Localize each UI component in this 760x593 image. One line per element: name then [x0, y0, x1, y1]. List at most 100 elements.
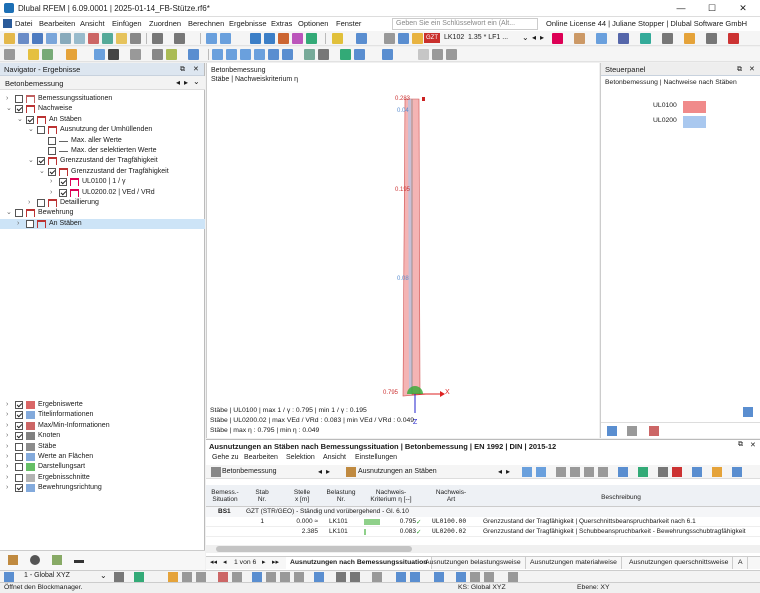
menu-extras[interactable]: Extras [271, 19, 292, 28]
results-excel-icon[interactable] [638, 467, 648, 477]
expand-icon[interactable]: › [6, 432, 12, 439]
block-icon[interactable] [116, 33, 127, 44]
grid-icon[interactable] [130, 49, 141, 60]
cp-tab-list-icon[interactable] [607, 426, 617, 436]
undo-icon[interactable] [152, 33, 163, 44]
view-snap-icon[interactable] [114, 572, 124, 582]
expand-icon[interactable]: › [50, 189, 56, 196]
navigator-close-icon[interactable]: ✕ [193, 63, 199, 76]
measure-icon[interactable] [152, 49, 163, 60]
view-ff-icon[interactable] [470, 572, 480, 582]
tree-checkbox[interactable] [59, 188, 67, 197]
tree-item[interactable]: Max. aller Werte [0, 136, 205, 146]
expand-icon[interactable]: › [50, 178, 56, 185]
collapse-icon[interactable]: ⌄ [28, 126, 34, 133]
tree-checkbox[interactable] [15, 95, 23, 103]
expand-icon[interactable]: › [6, 453, 12, 460]
results-filter-g-icon[interactable] [658, 467, 668, 477]
view-zz-icon[interactable] [350, 572, 360, 582]
results-filter-k-icon[interactable] [732, 467, 742, 477]
results-filter-b-icon[interactable] [536, 467, 546, 477]
results-combo-ausnutzung[interactable]: Ausnutzungen an Stäben [358, 468, 437, 475]
display-icon[interactable] [356, 33, 367, 44]
view-yy-icon[interactable] [336, 572, 346, 582]
menu-zuordnen[interactable]: Zuordnen [149, 19, 181, 28]
view-osnap-icon[interactable] [168, 572, 178, 582]
display-option[interactable]: › Stäbe [0, 442, 205, 452]
menu-ansicht[interactable]: Ansicht [80, 19, 105, 28]
display-option-checkbox[interactable] [15, 463, 23, 472]
navigator-prev-icon[interactable]: ◂ [176, 78, 180, 87]
combo-description[interactable]: 1.35 * LF1 ... [468, 34, 508, 41]
settings-b-icon[interactable] [684, 33, 695, 44]
tree-item[interactable]: ⌄ Nachweise [0, 104, 205, 114]
view-am-icon[interactable] [294, 572, 304, 582]
page-next-icon[interactable]: ▸ [262, 558, 266, 566]
clip-icon[interactable] [446, 49, 457, 60]
view-xy-icon[interactable] [254, 49, 265, 60]
new-file-icon[interactable] [4, 33, 15, 44]
collapse-icon[interactable]: ⌄ [6, 105, 12, 112]
solid-icon[interactable] [108, 49, 119, 60]
tree-checkbox[interactable] [37, 199, 45, 207]
expand-icon[interactable]: › [6, 484, 12, 491]
settings-a-icon[interactable] [662, 33, 673, 44]
view-hh-icon[interactable] [508, 572, 518, 582]
tree-item[interactable]: ⌄ An Stäben [0, 115, 205, 125]
view-grid-icon[interactable] [134, 572, 144, 582]
tree-item[interactable]: ⌄ Bewehrung [0, 208, 205, 218]
results-menu-bearbeiten[interactable]: Bearbeiten [244, 454, 278, 461]
persp-icon[interactable] [418, 49, 429, 60]
cp-tab-scale-icon[interactable] [627, 426, 637, 436]
expand-icon[interactable]: › [6, 474, 12, 481]
results-combo2-prev-icon[interactable]: ◂ [498, 467, 502, 476]
tree-checkbox[interactable] [48, 167, 56, 176]
expand-icon[interactable]: › [6, 422, 12, 429]
view-lw-icon[interactable] [252, 572, 262, 582]
filter-icon[interactable] [384, 33, 395, 44]
calculate-icon[interactable] [250, 33, 261, 44]
results-combo2-next-icon[interactable]: ▸ [506, 467, 510, 476]
view-top-icon[interactable] [268, 49, 279, 60]
view-polar-icon[interactable] [196, 572, 206, 582]
results-pin-icon[interactable]: ⧉ [738, 441, 743, 449]
display-option-checkbox[interactable] [15, 401, 23, 409]
combo-dropdown-icon[interactable]: ⌄ [522, 33, 529, 42]
tree-checkbox[interactable] [15, 105, 23, 114]
results-filter-c-icon[interactable] [556, 467, 566, 477]
views-tab-icon[interactable] [52, 555, 62, 565]
results-combo1-next-icon[interactable]: ▸ [326, 467, 330, 476]
check-icon[interactable] [278, 33, 289, 44]
expand-icon[interactable]: › [6, 401, 12, 408]
results-filter-e-icon[interactable] [584, 467, 594, 477]
results-menu-einstellungen[interactable]: Einstellungen [355, 454, 397, 461]
tree-checkbox[interactable] [26, 115, 34, 124]
settings-c-icon[interactable] [706, 33, 717, 44]
view-dyn-icon[interactable] [232, 572, 242, 582]
tree-checkbox[interactable] [37, 157, 45, 166]
section-icon[interactable] [596, 33, 607, 44]
view-iso-icon[interactable] [212, 49, 223, 60]
snap-icon[interactable] [166, 49, 177, 60]
view-2-icon[interactable] [220, 33, 231, 44]
view-combo-dropdown-icon[interactable]: ⌄ [100, 571, 107, 580]
render-icon[interactable] [318, 49, 329, 60]
results-icon[interactable] [264, 33, 275, 44]
results-combo1-prev-icon[interactable]: ◂ [318, 467, 322, 476]
results-filter-d-icon[interactable] [570, 467, 580, 477]
tab-more[interactable]: A [734, 557, 748, 569]
dim-icon[interactable] [188, 49, 199, 60]
minimize-button[interactable]: — [666, 2, 696, 15]
page-last-icon[interactable]: ▸▸ [272, 558, 279, 566]
display-tab-icon[interactable] [30, 555, 40, 565]
tree-item[interactable]: ⌄ Ausnutzung der Umhüllenden [0, 125, 205, 135]
expand-icon[interactable]: › [17, 220, 23, 227]
display-option-checkbox[interactable] [15, 411, 23, 420]
view-bb-icon[interactable] [396, 572, 406, 582]
results-combo-design[interactable]: Betonbemessung [222, 468, 276, 475]
tree-item[interactable]: › UL0100 | 1 / γ [0, 177, 205, 187]
deformation-icon[interactable] [574, 33, 585, 44]
menu-berechnen[interactable]: Berechnen [188, 19, 224, 28]
results-export-icon[interactable] [618, 467, 628, 477]
display-option[interactable]: › Darstellungsart [0, 462, 205, 472]
